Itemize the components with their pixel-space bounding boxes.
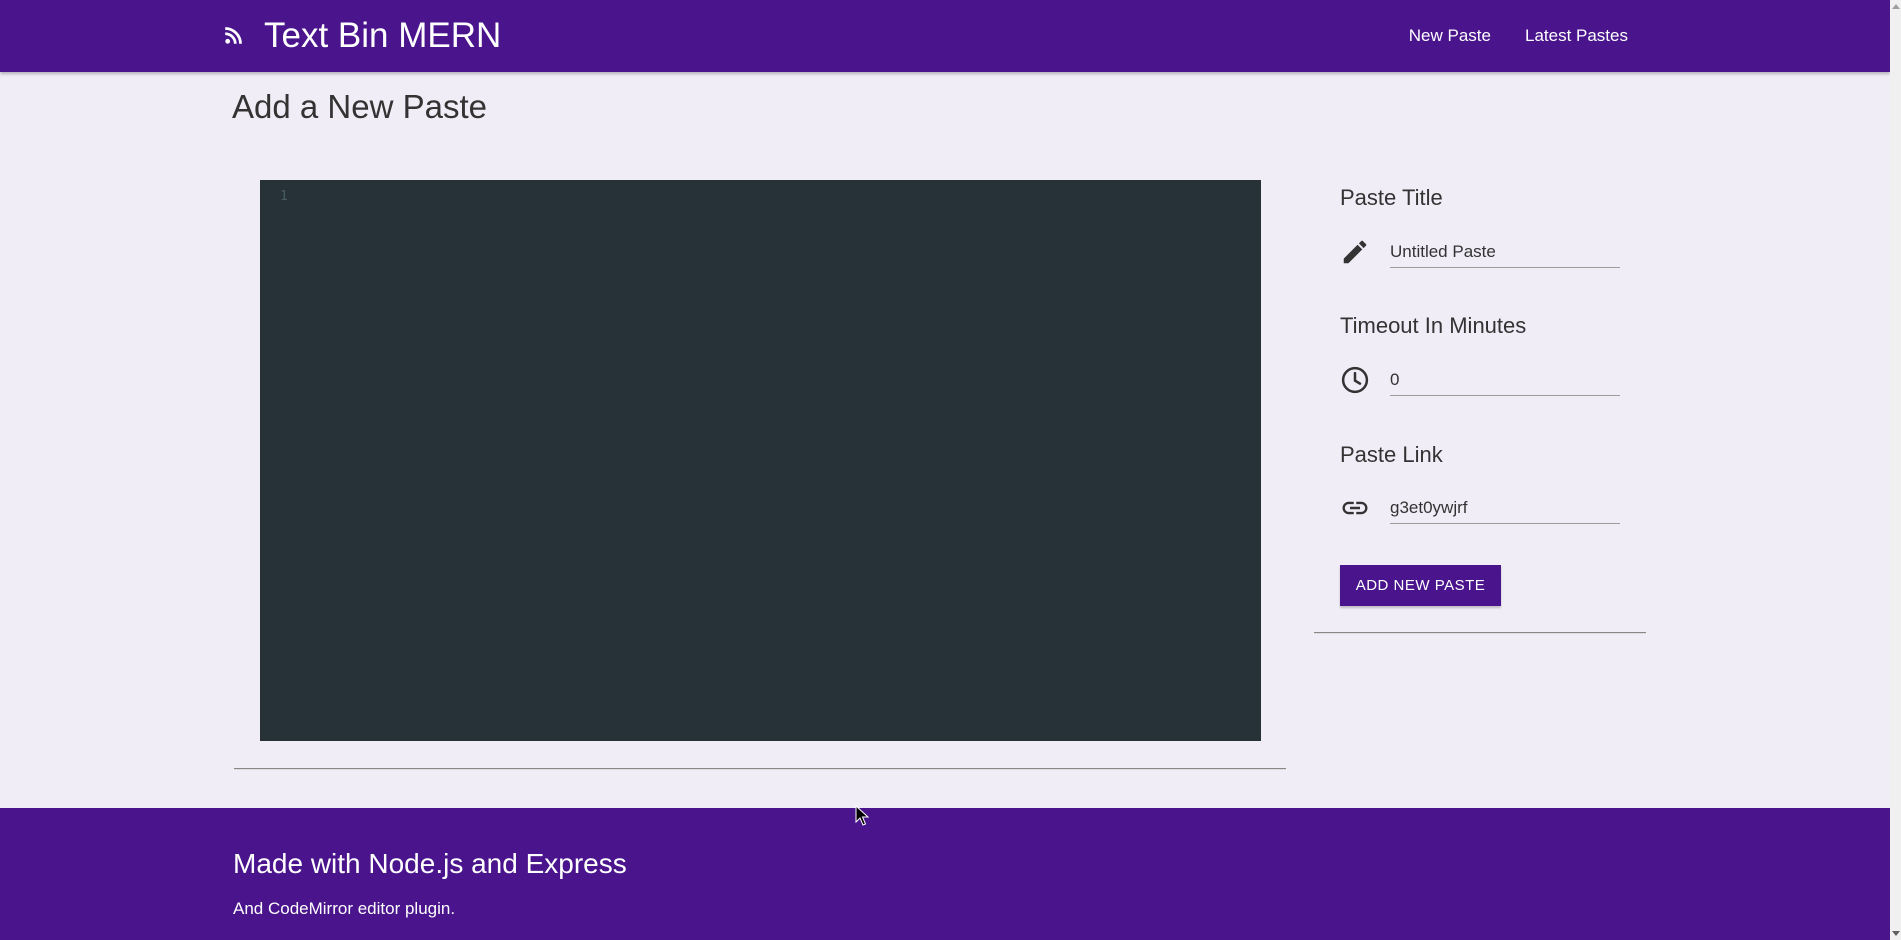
paste-title-input[interactable] bbox=[1390, 237, 1620, 268]
link-icon bbox=[1340, 493, 1370, 523]
scrollbar[interactable] bbox=[1890, 0, 1901, 940]
paste-link-label: Paste Link bbox=[1340, 442, 1443, 467]
paste-title-label: Paste Title bbox=[1340, 185, 1443, 210]
brand-title: Text Bin MERN bbox=[264, 16, 502, 55]
divider bbox=[1314, 632, 1646, 634]
divider bbox=[234, 768, 1286, 770]
page-title: Add a New Paste bbox=[232, 88, 487, 125]
scroll-down-icon[interactable] bbox=[1892, 931, 1900, 936]
timeout-input[interactable] bbox=[1390, 365, 1620, 396]
nav-new-paste[interactable]: New Paste bbox=[1392, 26, 1508, 46]
rss-icon bbox=[222, 25, 244, 47]
brand-link[interactable]: Text Bin MERN bbox=[222, 14, 501, 58]
add-new-paste-button[interactable]: ADD NEW PASTE bbox=[1340, 565, 1501, 606]
clock-icon bbox=[1340, 365, 1370, 395]
paste-link-input[interactable] bbox=[1390, 493, 1620, 524]
scroll-up-icon[interactable] bbox=[1892, 4, 1900, 9]
footer-title: Made with Node.js and Express bbox=[233, 848, 627, 879]
nav-links: New Paste Latest Pastes bbox=[1392, 0, 1645, 72]
navbar: Text Bin MERN New Paste Latest Pastes bbox=[0, 0, 1890, 72]
mouse-cursor-icon bbox=[855, 805, 869, 826]
nav-latest-pastes[interactable]: Latest Pastes bbox=[1508, 26, 1645, 46]
code-editor[interactable]: 1 bbox=[260, 180, 1261, 741]
pencil-icon bbox=[1340, 237, 1370, 267]
timeout-label: Timeout In Minutes bbox=[1340, 313, 1527, 338]
page: Text Bin MERN New Paste Latest Pastes Ad… bbox=[0, 0, 1890, 940]
footer: Made with Node.js and Express And CodeMi… bbox=[0, 808, 1890, 940]
line-number: 1 bbox=[280, 189, 288, 204]
footer-subtitle: And CodeMirror editor plugin. bbox=[233, 899, 456, 918]
